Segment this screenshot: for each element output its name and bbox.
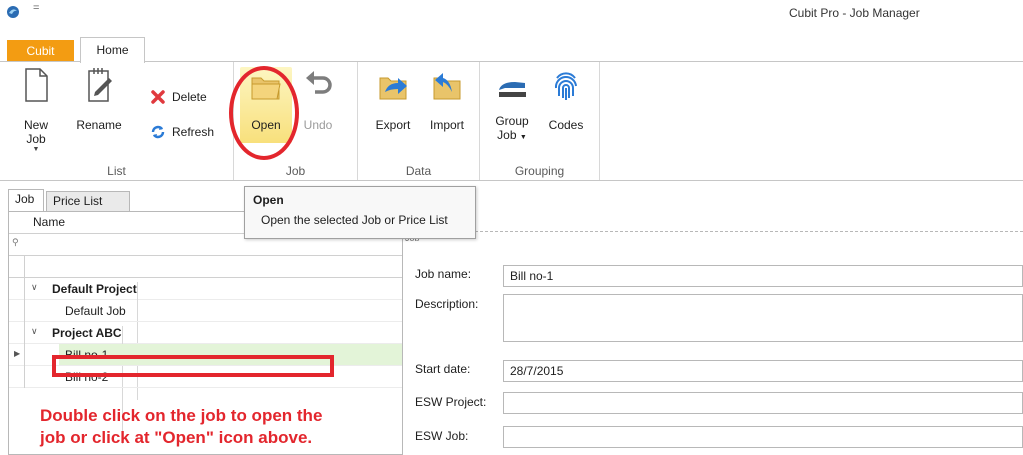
tree-group-row[interactable]: ∨ Default Project	[9, 278, 402, 400]
ribbon: New Job ▼ Rename Delete Refresh List Ope…	[0, 61, 1023, 181]
codes-button[interactable]: Codes	[544, 66, 588, 132]
export-icon	[376, 66, 410, 104]
group-label-data: Data	[405, 164, 432, 178]
annotation-line-1: Double click on the job to open the	[40, 406, 323, 425]
row-header	[9, 322, 25, 344]
tab-cubit[interactable]: Cubit	[7, 40, 74, 62]
tree-item-row[interactable]: Default Job	[9, 300, 402, 322]
delete-button[interactable]: Delete	[150, 89, 207, 105]
new-job-button[interactable]: New Job ▼	[14, 66, 58, 154]
section-divider	[405, 231, 1023, 232]
row-indicator-icon: ▶	[14, 349, 21, 358]
row-header	[9, 278, 25, 300]
tree-group-row[interactable]: ∨ Project ABC	[9, 322, 402, 444]
annotation-text: Double click on the job to open the job …	[40, 405, 400, 449]
description-label: Description:	[415, 297, 479, 311]
delete-x-icon	[151, 90, 165, 104]
stapler-icon	[495, 66, 529, 104]
job-name-label: Job name:	[415, 267, 472, 281]
chevron-down-icon: ▼	[519, 134, 527, 141]
group-label-job: Job	[285, 164, 306, 178]
job-details-form: Job Job name: Description: Start date: E…	[405, 211, 1023, 455]
app-logo-icon	[7, 6, 19, 18]
group-job-label: Group Job ▼	[490, 114, 534, 145]
window-title: Cubit Pro - Job Manager	[789, 6, 920, 20]
start-date-field[interactable]	[503, 360, 1023, 382]
title-bar: = Cubit Pro - Job Manager	[0, 0, 1023, 30]
tab-home[interactable]: Home	[80, 37, 145, 63]
rename-label: Rename	[76, 118, 122, 132]
ribbon-group-list: New Job ▼ Rename Delete Refresh List	[0, 62, 234, 180]
refresh-button[interactable]: Refresh	[150, 124, 214, 140]
export-button[interactable]: Export	[368, 66, 418, 132]
tree-item-label: Default Job	[65, 304, 126, 318]
new-job-label: New Job	[23, 118, 48, 146]
import-button[interactable]: Import	[422, 66, 472, 132]
esw-job-field[interactable]	[503, 426, 1023, 448]
description-field[interactable]	[503, 294, 1023, 342]
tab-job[interactable]: Job	[8, 189, 44, 211]
ribbon-tab-strip: Cubit Home	[0, 37, 1023, 63]
annotation-ellipse	[229, 66, 299, 160]
column-header-name[interactable]: Name	[33, 215, 65, 229]
esw-project-field[interactable]	[503, 392, 1023, 414]
job-name-field[interactable]	[503, 265, 1023, 287]
tab-price-list[interactable]: Price List	[46, 191, 130, 211]
esw-job-label: ESW Job:	[415, 429, 469, 443]
tooltip-title: Open	[253, 193, 284, 207]
chevron-down-icon: ▼	[32, 146, 40, 153]
collapse-chevron-icon[interactable]: ∨	[31, 326, 38, 337]
delete-label: Delete	[172, 90, 207, 104]
quick-access-dropdown[interactable]: =	[33, 2, 39, 14]
undo-label: Undo	[303, 118, 333, 132]
new-document-icon	[19, 66, 53, 104]
group-label-list: List	[107, 164, 126, 178]
filter-pin-icon: ⚲	[12, 237, 19, 247]
fingerprint-icon	[549, 66, 583, 104]
group-job-button[interactable]: Group Job ▼	[490, 66, 534, 145]
row-header	[9, 300, 25, 322]
undo-button[interactable]: Undo	[298, 66, 338, 132]
rename-pencil-icon	[82, 66, 116, 104]
open-tooltip: Open Open the selected Job or Price List	[244, 186, 476, 239]
start-date-label: Start date:	[415, 362, 471, 376]
group-label-grouping: Grouping	[514, 164, 565, 178]
rename-button[interactable]: Rename	[74, 66, 124, 132]
refresh-label: Refresh	[172, 125, 215, 139]
group-job-label-line1: Group	[495, 114, 529, 128]
table-row[interactable]	[9, 256, 402, 278]
annotation-line-2: job or click at "Open" icon above.	[40, 428, 313, 447]
import-icon	[430, 66, 464, 104]
row-header	[9, 366, 25, 388]
export-label: Export	[375, 118, 411, 132]
codes-label: Codes	[548, 118, 584, 132]
esw-project-label: ESW Project:	[415, 395, 487, 409]
import-label: Import	[429, 118, 464, 132]
ribbon-group-grouping: Group Job ▼ Codes Grouping	[480, 62, 600, 180]
ribbon-group-data: Export Import Data	[358, 62, 480, 180]
undo-icon	[301, 66, 335, 104]
collapse-chevron-icon[interactable]: ∨	[31, 282, 38, 293]
refresh-icon	[151, 125, 165, 139]
row-header	[9, 256, 25, 278]
tooltip-description: Open the selected Job or Price List	[261, 213, 448, 227]
group-job-label-line2: Job	[497, 128, 517, 142]
annotation-rectangle	[52, 355, 334, 377]
